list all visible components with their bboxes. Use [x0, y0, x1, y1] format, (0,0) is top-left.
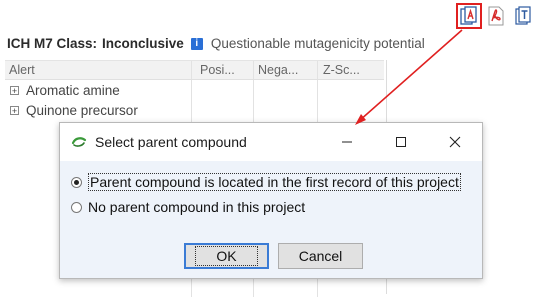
minimize-button[interactable] — [324, 123, 370, 161]
close-icon — [449, 136, 461, 148]
text-document-icon — [515, 6, 531, 25]
export-toolbar — [456, 3, 535, 29]
option-first-record[interactable]: Parent compound is located in the first … — [71, 173, 461, 191]
column-header-z-score[interactable]: Z-Sc... — [323, 63, 360, 77]
alert-label: Aromatic amine — [26, 83, 120, 98]
cancel-button-label: Cancel — [298, 248, 343, 264]
radio-button[interactable] — [71, 201, 82, 213]
text-export-button[interactable] — [511, 4, 535, 28]
info-icon[interactable]: i — [190, 37, 203, 50]
alert-label: Quinone precursor — [26, 103, 138, 118]
list-item[interactable]: + Aromatic amine — [10, 83, 120, 98]
maximize-icon — [396, 137, 406, 147]
maximize-button[interactable] — [378, 123, 424, 161]
grid-header: Alert Posi... Nega... Z-Sc... — [5, 61, 384, 80]
report-export-icon — [460, 6, 477, 25]
expand-icon[interactable]: + — [10, 86, 19, 96]
column-divider[interactable] — [191, 61, 192, 79]
ok-button[interactable]: OK — [184, 243, 269, 269]
column-header-negative[interactable]: Nega... — [258, 63, 298, 77]
app-logo-icon — [71, 137, 87, 147]
option-label[interactable]: Parent compound is located in the first … — [88, 173, 461, 191]
report-export-button[interactable] — [456, 3, 482, 29]
column-header-positive[interactable]: Posi... — [200, 63, 235, 77]
dialog-body: Parent compound is located in the first … — [60, 161, 482, 278]
column-header-alert[interactable]: Alert — [9, 63, 35, 77]
ich-m7-classification: ICH M7 Class: Inconclusive i Questionabl… — [7, 36, 425, 51]
classification-description: Questionable mutagenicity potential — [210, 36, 425, 51]
radio-button-selected[interactable] — [71, 176, 82, 188]
dialog-titlebar[interactable]: Select parent compound — [60, 123, 482, 161]
dialog-title: Select parent compound — [95, 134, 247, 150]
column-divider[interactable] — [253, 61, 254, 79]
pdf-export-button[interactable] — [484, 4, 508, 28]
option-no-parent[interactable]: No parent compound in this project — [71, 199, 305, 215]
close-button[interactable] — [432, 123, 478, 161]
select-parent-compound-dialog: Select parent compound Parent compound i… — [59, 122, 483, 279]
classification-label: ICH M7 Class: — [7, 36, 98, 51]
cancel-button[interactable]: Cancel — [278, 243, 363, 269]
expand-icon[interactable]: + — [10, 106, 19, 116]
ok-button-label: OK — [195, 246, 258, 266]
option-label[interactable]: No parent compound in this project — [88, 199, 305, 215]
pdf-icon — [488, 6, 504, 26]
list-item[interactable]: + Quinone precursor — [10, 103, 138, 118]
minimize-icon — [342, 141, 352, 143]
column-divider[interactable] — [317, 61, 318, 79]
classification-value: Inconclusive — [102, 36, 184, 51]
